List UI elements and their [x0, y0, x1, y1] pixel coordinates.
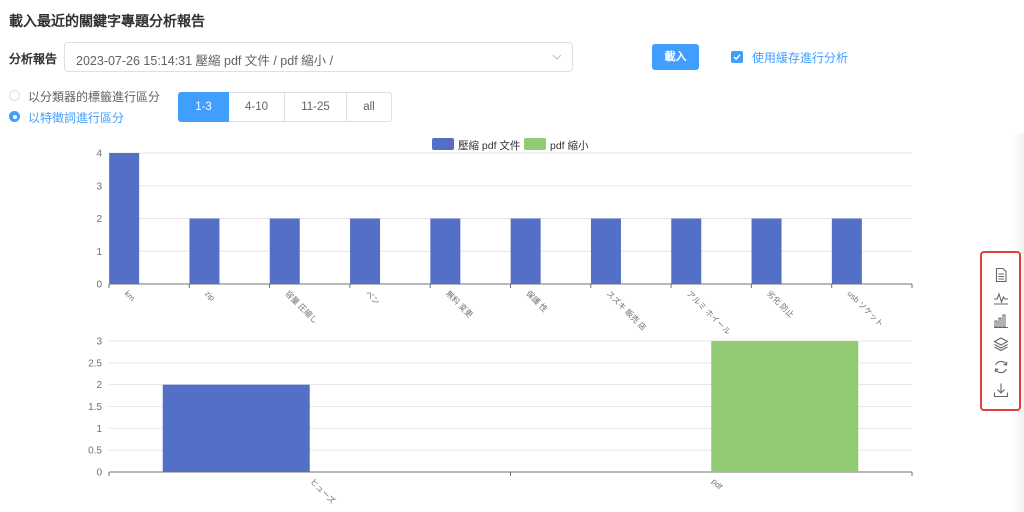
bar	[711, 341, 859, 472]
y-tick-label: 3	[96, 181, 102, 192]
bar	[430, 218, 461, 284]
y-tick-label: 2	[96, 380, 102, 391]
x-tick-label: アルミ ホイール	[685, 289, 732, 336]
x-tick-label: 容量 圧縮し	[283, 288, 320, 325]
bar	[831, 218, 862, 284]
line-chart-icon[interactable]	[993, 290, 1009, 306]
y-tick-label: 4	[96, 149, 102, 160]
y-tick-label: 1.5	[88, 402, 102, 413]
bar	[189, 218, 220, 284]
bar-charts: 0 1 2 3 4 km zip 容量 圧縮し ベン 無料 変更 保護 性 スズキ 販売 店アルミ ホ…	[88, 149, 913, 506]
bar	[109, 153, 140, 284]
bar	[671, 218, 702, 284]
y-tick-label: 0	[96, 280, 102, 291]
x-tick-label: ヒューズ	[308, 476, 337, 505]
x-tick-label: 無料 変更	[444, 288, 475, 319]
x-tick-label: スズキ 販売 店	[605, 288, 649, 332]
y-tick-label: 1	[96, 424, 102, 435]
bar-chart-icon[interactable]	[993, 313, 1009, 329]
download-icon[interactable]	[993, 382, 1009, 398]
y-tick-label: 1	[96, 247, 102, 258]
x-tick-label: pdf	[710, 477, 725, 492]
bar	[269, 218, 300, 284]
stack-icon[interactable]	[993, 336, 1009, 352]
x-tick-label: usb ソケット	[845, 289, 885, 329]
y-tick-label: 2	[96, 214, 102, 225]
bar	[751, 218, 782, 284]
y-tick-label: 2.5	[88, 358, 102, 369]
restore-icon[interactable]	[993, 359, 1009, 375]
x-tick-label: zip	[203, 289, 217, 303]
bar	[510, 218, 541, 284]
y-tick-label: 0	[96, 468, 102, 479]
x-tick-label: 保護 性	[524, 288, 550, 314]
data-view-icon[interactable]	[993, 267, 1009, 283]
bar	[162, 384, 310, 472]
bar	[590, 218, 621, 284]
chart-toolbox	[980, 251, 1021, 411]
bar	[350, 218, 381, 284]
y-tick-label: 3	[96, 337, 102, 348]
x-tick-label: km	[123, 289, 137, 303]
y-tick-label: 0.5	[88, 446, 102, 457]
x-tick-label: ベン	[364, 289, 382, 307]
x-tick-label: 劣化 防止	[765, 288, 796, 319]
